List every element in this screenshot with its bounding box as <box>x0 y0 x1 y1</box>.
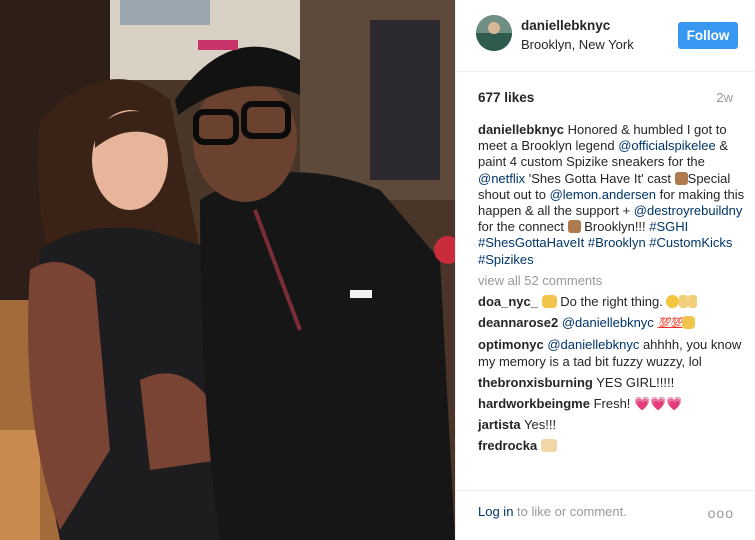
comment-username[interactable]: fredrocka <box>478 438 537 453</box>
caption-text: 'Shes Gotta Have It' cast <box>525 170 675 186</box>
header-username[interactable]: daniellebknyc <box>521 18 610 33</box>
comment-username[interactable]: doa_nyc_ <box>478 294 538 309</box>
mention-link[interactable]: @officialspikelee <box>618 138 716 153</box>
praying-hands-emoji <box>567 220 581 234</box>
hashtag-link[interactable]: #Brooklyn <box>588 235 646 250</box>
praying-hands-emoji <box>674 171 688 185</box>
mention-link[interactable]: @lemon.andersen <box>550 187 656 202</box>
avatar[interactable] <box>476 15 512 51</box>
comment-username[interactable]: hardworkbeingme <box>478 396 590 411</box>
hundred-points-emoji: 💯💯 <box>657 318 683 330</box>
flexed-biceps-emoji <box>541 295 557 309</box>
comment: deannarose2 @daniellebknyc 💯💯 <box>478 315 746 332</box>
follow-button[interactable]: Follow <box>678 22 738 49</box>
sunglasses-face-emoji <box>666 295 680 309</box>
comment-username[interactable]: thebronxisburning <box>478 375 593 390</box>
post-age[interactable]: 2w <box>716 90 733 105</box>
mention-link[interactable]: @daniellebknyc <box>547 337 639 352</box>
mention-link[interactable]: @destroyrebuildny <box>634 203 743 218</box>
hashtag-link[interactable]: #ShesGottaHaveIt <box>478 235 584 250</box>
hashtag-link[interactable]: #SGHI <box>649 219 688 234</box>
comment: doa_nyc_ Do the right thing. <box>478 294 746 310</box>
comment-text: YES GIRL!!!!! <box>592 374 675 390</box>
raising-hands-emoji <box>540 439 557 453</box>
login-prompt: Log in to like or comment. <box>478 504 627 519</box>
victory-hand-emoji <box>679 295 689 309</box>
caption-text: Brooklyn!!! <box>580 219 650 235</box>
view-all-comments-link[interactable]: view all 52 comments <box>478 273 746 289</box>
mention-link[interactable]: @netflix <box>478 171 525 186</box>
more-options-icon[interactable]: ooo <box>708 505 734 521</box>
likes-count[interactable]: 677 likes <box>478 90 534 105</box>
comments-list: daniellebknyc Honored & humbled I got to… <box>478 122 746 460</box>
comment: jartista Yes!!! <box>478 417 746 433</box>
comment: thebronxisburning YES GIRL!!!!! <box>478 375 746 391</box>
comment-username[interactable]: jartista <box>478 417 521 432</box>
comment-text: Do the right thing. <box>556 294 667 310</box>
comment-username[interactable]: optimonyc <box>478 337 544 352</box>
comment: fredrocka <box>478 438 746 454</box>
instagram-post: daniellebknyc Brooklyn, New York Follow … <box>0 0 755 540</box>
ok-hand-emoji <box>682 316 696 330</box>
post-caption: daniellebknyc Honored & humbled I got to… <box>478 122 746 268</box>
post-panel: daniellebknyc Brooklyn, New York Follow … <box>455 0 755 540</box>
caption-username[interactable]: daniellebknyc <box>478 122 564 137</box>
caption-text: for the connect <box>478 219 568 235</box>
login-prompt-text: to like or comment. <box>513 504 627 519</box>
hashtag-link[interactable]: #Spizikes <box>478 252 534 267</box>
comment: optimonyc @daniellebknyc ahhhh, you know… <box>478 337 746 369</box>
login-link[interactable]: Log in <box>478 504 513 519</box>
mention-link[interactable]: @daniellebknyc <box>562 315 654 330</box>
post-footer: Log in to like or comment. ooo <box>456 490 755 540</box>
hashtag-link[interactable]: #CustomKicks <box>649 235 732 250</box>
comment-text: Yes!!! <box>520 417 557 433</box>
comment-username[interactable]: deannarose2 <box>478 315 558 330</box>
pink-hearts-emoji: 💗💗💗 <box>634 396 683 412</box>
header-location[interactable]: Brooklyn, New York <box>521 37 634 52</box>
comment-text: Fresh! <box>589 396 635 412</box>
photo-illustration <box>0 0 455 540</box>
comment: hardworkbeingme Fresh! 💗💗💗 <box>478 396 746 412</box>
post-header: daniellebknyc Brooklyn, New York Follow <box>456 0 755 72</box>
post-photo[interactable] <box>0 0 455 540</box>
victory-hand-emoji <box>688 295 698 309</box>
